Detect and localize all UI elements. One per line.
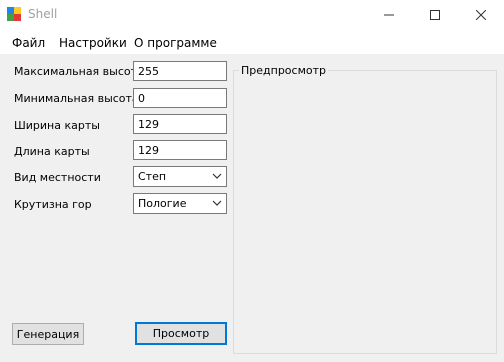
view-button[interactable]: Просмотр <box>135 322 227 345</box>
preview-frame <box>233 70 497 354</box>
min-height-label: Минимальная высота <box>14 92 139 105</box>
chevron-down-icon <box>212 173 222 179</box>
max-height-input[interactable] <box>133 61 227 81</box>
menu-file[interactable]: Файл <box>12 36 45 50</box>
steepness-combo[interactable]: Пологие <box>133 193 227 214</box>
maximize-icon <box>430 10 440 20</box>
menu-settings[interactable]: Настройки <box>59 36 127 50</box>
steepness-label: Крутизна гор <box>14 198 92 211</box>
map-length-input[interactable] <box>133 140 227 160</box>
minimize-icon <box>384 14 394 16</box>
map-width-label: Ширина карты <box>14 119 100 132</box>
app-window-icon <box>7 7 21 21</box>
minimize-button[interactable] <box>366 0 412 30</box>
window-title: Shell <box>28 7 58 21</box>
title-bar[interactable]: Shell <box>0 0 504 30</box>
max-height-label: Максимальная высота <box>14 65 144 78</box>
min-height-input[interactable] <box>133 88 227 108</box>
menu-about[interactable]: О программе <box>134 36 217 50</box>
steepness-value: Пологие <box>138 197 187 210</box>
main-window: Shell Файл Настройки О программе Максима… <box>0 0 504 362</box>
maximize-button[interactable] <box>412 0 458 30</box>
terrain-combo[interactable]: Степ <box>133 166 227 187</box>
terrain-value: Степ <box>138 170 167 183</box>
close-button[interactable] <box>458 0 504 30</box>
map-width-input[interactable] <box>133 114 227 134</box>
map-length-label: Длина карты <box>14 145 90 158</box>
chevron-down-icon <box>212 200 222 206</box>
close-icon <box>476 10 486 20</box>
preview-title: Предпросмотр <box>239 64 328 77</box>
menu-bar: Файл Настройки О программе <box>0 30 504 54</box>
terrain-label: Вид местности <box>14 171 101 184</box>
preview-groupbox: Предпросмотр <box>233 64 497 354</box>
generate-button[interactable]: Генерация <box>12 323 84 345</box>
